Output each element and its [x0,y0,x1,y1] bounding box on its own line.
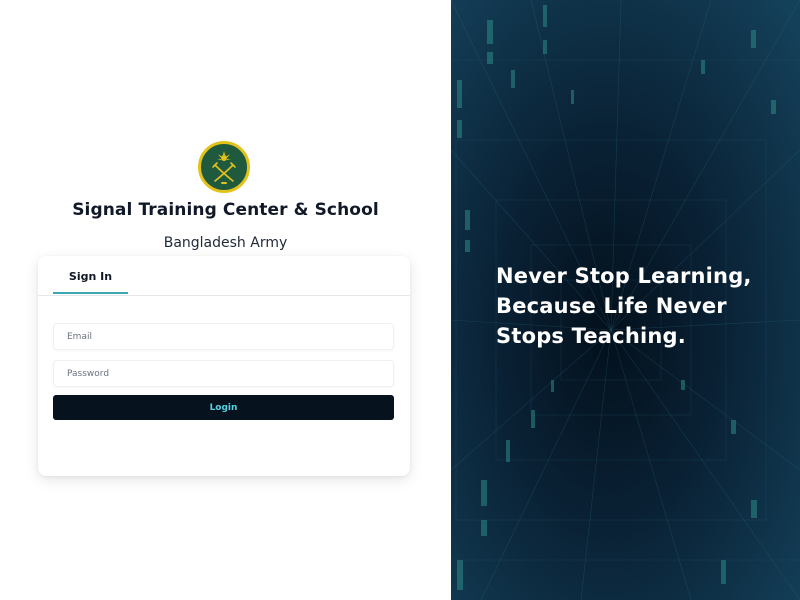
tab-sign-in[interactable]: Sign In [53,270,128,294]
email-field[interactable] [53,323,394,350]
hero-panel: Never Stop Learning, Because Life Never … [451,0,800,600]
hero-line: Because Life Never [496,294,727,318]
organization-subtitle: Bangladesh Army [163,235,288,251]
organization-name: Signal Training Center & School [72,200,379,220]
hero-line: Stops Teaching. [496,324,686,348]
army-emblem-icon [198,141,250,193]
hero-line: Never Stop Learning, [496,264,752,288]
login-card: Sign In Login [38,256,410,476]
auth-tabs: Sign In [38,256,410,296]
login-panel: Signal Training Center & School Banglade… [0,0,451,600]
login-button[interactable]: Login [53,395,394,420]
password-field[interactable] [53,360,394,387]
login-page: Signal Training Center & School Banglade… [0,0,800,600]
hero-tagline: Never Stop Learning, Because Life Never … [496,261,786,351]
